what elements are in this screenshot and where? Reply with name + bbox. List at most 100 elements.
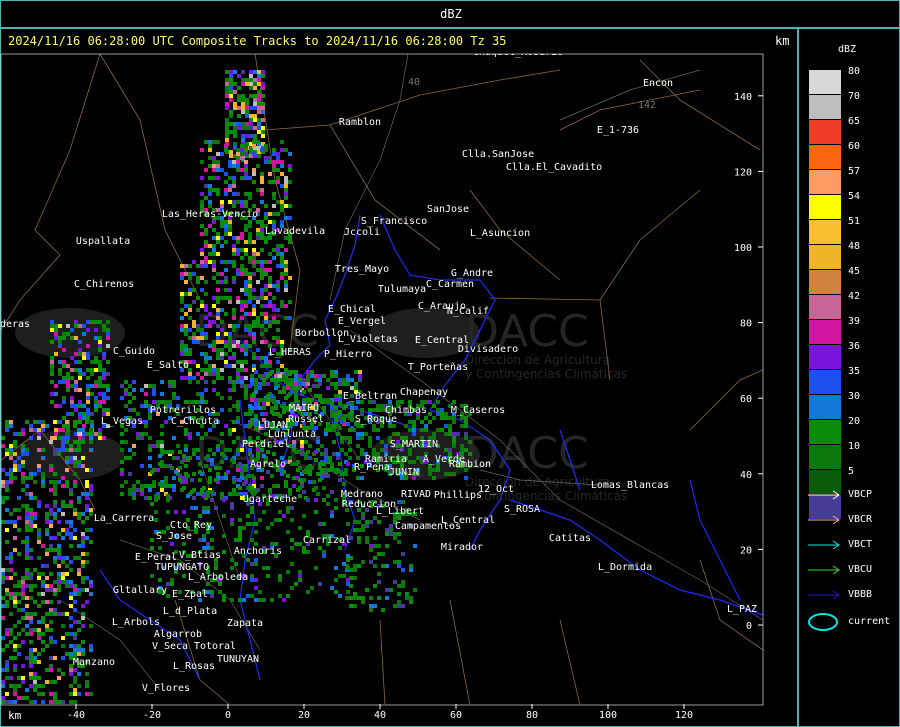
radar-cell (302, 378, 306, 382)
radar-cell (188, 328, 192, 332)
radar-cell (330, 374, 334, 378)
radar-cell (286, 530, 290, 534)
radar-cell (98, 436, 102, 440)
radar-cell (220, 220, 224, 224)
radar-cell (232, 312, 236, 316)
radar-cell (98, 432, 102, 436)
radar-cell (78, 376, 82, 380)
x-tick-label: 60 (450, 710, 462, 721)
radar-cell (452, 420, 456, 424)
radar-cell (246, 474, 250, 478)
radar-cell (85, 588, 89, 592)
radar-cell (57, 480, 61, 484)
place-label: Catitas (549, 533, 591, 544)
radar-cell (260, 232, 264, 236)
radar-cell (120, 460, 124, 464)
radar-cell (77, 672, 81, 676)
radar-cell (225, 118, 229, 122)
radar-cell (21, 608, 25, 612)
radar-cell (29, 508, 33, 512)
radar-cell (224, 224, 228, 228)
radar-cell (224, 240, 228, 244)
radar-cell (278, 574, 282, 578)
radar-cell (98, 368, 102, 372)
radar-cell (257, 94, 261, 98)
radar-cell (140, 432, 144, 436)
radar-cell (41, 424, 45, 428)
radar-cell (1, 468, 5, 472)
radar-cell (225, 90, 229, 94)
radar-cell (236, 272, 240, 276)
radar-cell (245, 82, 249, 86)
radar-cell (270, 474, 274, 478)
radar-cell (77, 572, 81, 576)
radar-cell (240, 376, 244, 380)
radar-cell (232, 328, 236, 332)
radar-cell (349, 596, 353, 600)
radar-cell (248, 272, 252, 276)
radar-cell (268, 156, 272, 160)
radar-cell (202, 534, 206, 538)
radar-cell (261, 70, 265, 74)
radar-cell (302, 514, 306, 518)
radar-cell (224, 192, 228, 196)
radar-cell (120, 448, 124, 452)
radar-cell (250, 594, 254, 598)
radar-cell (53, 492, 57, 496)
radar-cell (86, 396, 90, 400)
radar-cell (257, 70, 261, 74)
radar-cell (174, 470, 178, 474)
radar-cell (264, 320, 268, 324)
radar-cell (380, 408, 384, 412)
radar-cell (65, 468, 69, 472)
radar-cell (188, 352, 192, 356)
radar-cell (208, 244, 212, 248)
radar-cell (276, 336, 280, 340)
radar-cell (148, 464, 152, 468)
radar-cell (180, 324, 184, 328)
radar-cell (49, 668, 53, 672)
radar-cell (86, 408, 90, 412)
radar-cell (140, 404, 144, 408)
radar-cell (290, 562, 294, 566)
radar-cell (73, 632, 77, 636)
radar-cell (132, 396, 136, 400)
radar-cell (74, 368, 78, 372)
radar-cell (314, 566, 318, 570)
place-label: L_Arboleda (188, 572, 248, 583)
radar-cell (254, 378, 258, 382)
radar-cell (120, 440, 124, 444)
radar-cell (204, 336, 208, 340)
radar-cell (229, 110, 233, 114)
radar-cell (17, 644, 21, 648)
radar-cell (377, 596, 381, 600)
radar-cell (436, 428, 440, 432)
radar-cell (254, 382, 258, 386)
radar-cell (298, 466, 302, 470)
radar-cell (77, 500, 81, 504)
radar-cell (33, 568, 37, 572)
radar-cell (225, 86, 229, 90)
radar-cell (320, 444, 324, 448)
radar-cell (198, 514, 202, 518)
road-line (559, 69, 701, 121)
radar-cell (216, 372, 220, 376)
radar-cell (49, 692, 53, 696)
radar-cell (357, 596, 361, 600)
radar-cell (73, 420, 77, 424)
radar-cell (294, 582, 298, 586)
radar-map[interactable]: DACCDirección de Agriculturay Contingenc… (0, 0, 900, 727)
radar-cell (252, 308, 256, 312)
radar-cell (120, 484, 124, 488)
radar-cell (264, 160, 268, 164)
radar-cell (250, 506, 254, 510)
radar-cell (5, 424, 9, 428)
radar-cell (440, 412, 444, 416)
radar-cell (208, 164, 212, 168)
radar-cell (77, 568, 81, 572)
radar-cell (150, 574, 154, 578)
radar-cell (144, 432, 148, 436)
radar-cell (360, 476, 364, 480)
radar-cell (256, 320, 260, 324)
radar-cell (314, 510, 318, 514)
